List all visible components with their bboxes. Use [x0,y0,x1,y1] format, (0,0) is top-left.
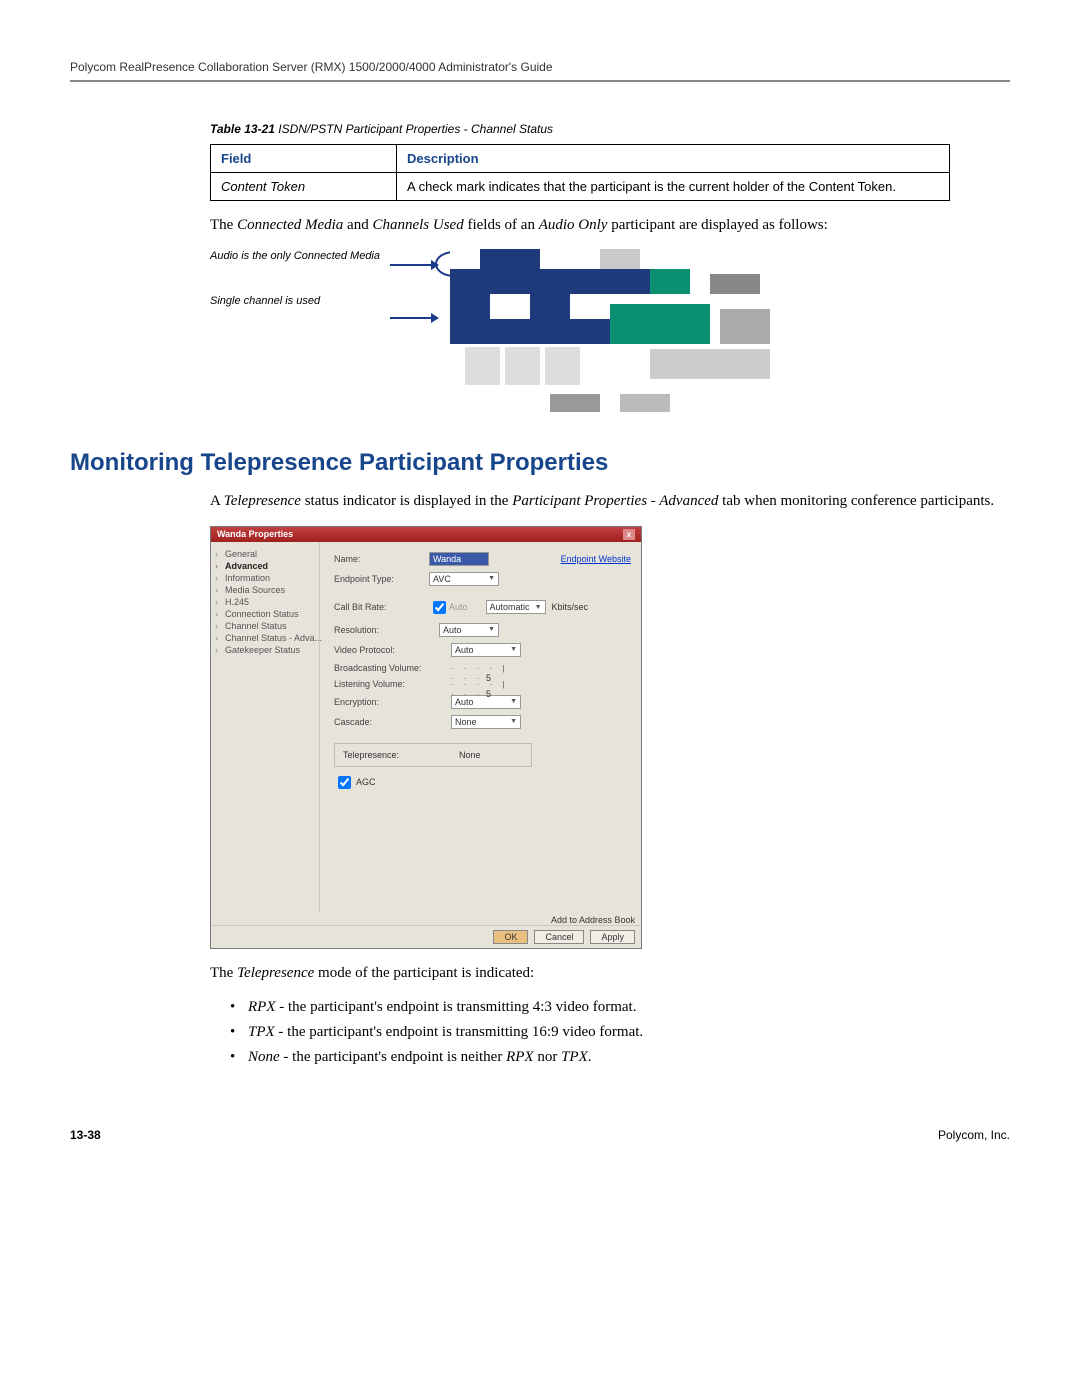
running-header: Polycom RealPresence Collaboration Serve… [70,60,1010,74]
list-item: None - the participant's endpoint is nei… [230,1047,1010,1068]
telepresence-value: None [459,750,481,760]
callout-audio: Audio is the only Connected Media [210,249,380,263]
pixelated-screenshot [450,249,780,419]
dialog-nav: General Advanced Information Media Sourc… [211,542,320,912]
paragraph-telepresence-mode: The Telepresence mode of the participant… [210,963,1010,983]
paragraph-telepresence-intro: A Telepresence status indicator is displ… [210,491,1010,511]
page-footer: 13-38 Polycom, Inc. [70,1128,1010,1142]
cancel-button[interactable]: Cancel [534,930,584,944]
bitrate-auto-checkbox[interactable] [433,601,446,614]
apply-button[interactable]: Apply [590,930,635,944]
add-to-address-book-button[interactable]: Add to Address Book [551,915,635,925]
telepresence-label: Telepresence: [343,750,399,760]
footer-company: Polycom, Inc. [938,1128,1010,1142]
table-row: Content Token A check mark indicates tha… [211,173,950,201]
dialog-titlebar: Wanda Properties x [211,527,641,542]
arrow-icon [390,317,435,319]
nav-connection-status[interactable]: Connection Status [215,608,315,620]
agc-label: AGC [356,776,376,786]
properties-dialog: Wanda Properties x General Advanced Info… [210,526,642,949]
video-protocol-select[interactable]: Auto▼ [451,643,521,657]
th-field: Field [211,145,397,173]
cell-description: A check mark indicates that the particip… [397,173,950,201]
bitrate-unit: Kbits/sec [552,602,589,612]
encryption-label: Encryption: [334,697,429,707]
telepresence-box: Telepresence: None [334,743,532,767]
name-input[interactable] [429,552,489,566]
bitrate-label: Call Bit Rate: [334,602,429,612]
agc-checkbox[interactable] [338,776,351,789]
section-heading: Monitoring Telepresence Participant Prop… [70,449,1010,477]
header-rule [70,80,1010,82]
name-label: Name: [334,554,429,564]
page-number: 13-38 [70,1128,101,1142]
media-callout-figure: Audio is the only Connected Media Single… [210,249,1010,419]
ok-button[interactable]: OK [493,930,528,944]
nav-gatekeeper-status[interactable]: Gatekeeper Status [215,644,315,656]
callout-single-channel: Single channel is used [210,294,380,308]
cascade-label: Cascade: [334,717,429,727]
list-item: TPX - the participant's endpoint is tran… [230,1022,1010,1043]
endpoint-type-select[interactable]: AVC▼ [429,572,499,586]
telepresence-modes-list: RPX - the participant's endpoint is tran… [230,997,1010,1068]
cell-field: Content Token [211,173,397,201]
table-caption: Table 13-21 ISDN/PSTN Participant Proper… [210,122,1010,136]
nav-channel-status[interactable]: Channel Status [215,620,315,632]
bitrate-select[interactable]: Automatic▼ [486,600,546,614]
paragraph-connected-media: The Connected Media and Channels Used fi… [210,215,1010,235]
resolution-select[interactable]: Auto▼ [439,623,499,637]
bitrate-auto-text: Auto [449,602,468,612]
nav-advanced[interactable]: Advanced [215,560,315,572]
endpoint-website-link[interactable]: Endpoint Website [561,554,631,564]
broadcast-volume-label: Broadcasting Volume: [334,663,429,673]
list-item: RPX - the participant's endpoint is tran… [230,997,1010,1018]
nav-channel-status-adv[interactable]: Channel Status - Adva... [215,632,315,644]
listening-volume-label: Listening Volume: [334,679,429,689]
nav-media-sources[interactable]: Media Sources [215,584,315,596]
close-icon[interactable]: x [623,529,635,540]
nav-h245[interactable]: H.245 [215,596,315,608]
channel-status-table: Field Description Content Token A check … [210,144,950,201]
cascade-select[interactable]: None▼ [451,715,521,729]
th-description: Description [397,145,950,173]
video-protocol-label: Video Protocol: [334,645,429,655]
nav-information[interactable]: Information [215,572,315,584]
endpoint-type-label: Endpoint Type: [334,574,429,584]
resolution-label: Resolution: [334,625,429,635]
nav-general[interactable]: General [215,548,315,560]
dialog-title-text: Wanda Properties [217,529,293,539]
listening-volume-slider[interactable]: · · · · | · · · 5 [451,679,521,689]
dialog-form: Name: Endpoint Website Endpoint Type: AV… [320,542,641,912]
broadcast-volume-slider[interactable]: · · · · | · · · 5 [451,663,521,673]
arrow-icon [390,264,435,266]
